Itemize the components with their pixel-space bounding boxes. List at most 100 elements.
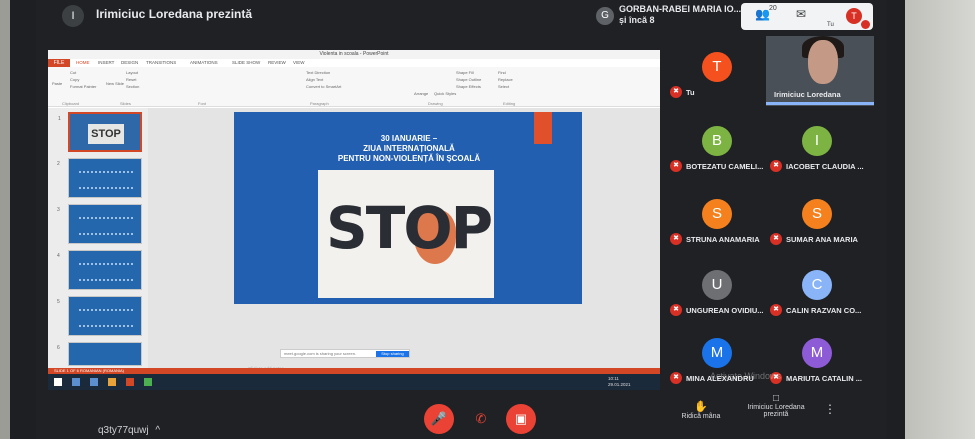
ppt-tab-home[interactable]: HOME <box>76 60 90 65</box>
participant-tile[interactable]: T ✖ Tu <box>666 52 766 100</box>
ribbon-new-slide[interactable]: New Slide <box>106 81 124 86</box>
ppt-file-tab[interactable]: FILE <box>48 59 70 67</box>
ribbon-text-direction[interactable]: Text Direction <box>306 70 330 75</box>
ribbon-shape-fill[interactable]: Shape Fill <box>456 70 474 75</box>
raise-hand-label: Ridică mâna <box>681 413 721 420</box>
slide-title-line: 30 IANUARIE – <box>380 134 438 143</box>
ribbon-cut[interactable]: Cut <box>70 70 76 75</box>
ribbon-shape-effects[interactable]: Shape Effects <box>456 84 481 89</box>
present-now-button[interactable]: □ Irimiciuc Loredana prezintă <box>736 393 816 418</box>
you-label: Tu <box>827 22 834 28</box>
ribbon-align-text[interactable]: Align Text <box>306 77 323 82</box>
participant-avatar: M <box>802 338 832 368</box>
slide-thumbnail[interactable]: 2 <box>57 158 142 198</box>
ppt-tab-animations[interactable]: ANIMATIONS <box>190 60 218 65</box>
self-video-tile[interactable]: Irimiciuc Loredana <box>766 36 874 106</box>
meeting-code: q3ty77quwj <box>98 425 149 436</box>
raise-hand-button[interactable]: ✋ Ridică mâna <box>676 400 726 420</box>
stop-image-text: STOP <box>326 194 493 262</box>
ppt-tab-design[interactable]: DESIGN <box>121 60 138 65</box>
current-slide[interactable]: 30 IANUARIE – ZIUA INTERNAȚIONALĂ PENTRU… <box>234 112 582 304</box>
taskbar-app-icon[interactable] <box>144 378 152 386</box>
taskbar-app-icon[interactable] <box>72 378 80 386</box>
windows-start-icon[interactable] <box>54 378 62 386</box>
ppt-tab-slideshow[interactable]: SLIDE SHOW <box>232 60 260 65</box>
taskbar-app-icon[interactable] <box>108 378 116 386</box>
slide-thumbnail[interactable]: 4 <box>57 250 142 290</box>
ribbon-section[interactable]: Section <box>126 84 139 89</box>
participant-tile[interactable]: I ✖ IACOBET CLAUDIA ... <box>766 126 866 174</box>
participant-tile[interactable]: C ✖ CALIN RAZVAN CO... <box>766 270 866 318</box>
ribbon-find[interactable]: Find <box>498 70 506 75</box>
share-banner-text: meet.google.com is sharing your screen. <box>284 351 357 356</box>
mic-off-icon: ✖ <box>670 86 682 98</box>
participant-tile[interactable]: S ✖ STRUNA ANAMARIA <box>666 199 766 247</box>
presenting-label-suffix: prezintă <box>763 411 789 418</box>
ribbon-layout[interactable]: Layout <box>126 70 138 75</box>
mic-off-icon: 🎤 <box>430 411 448 426</box>
ribbon-select[interactable]: Select <box>498 84 509 89</box>
people-icon[interactable]: 👥 <box>755 7 770 21</box>
slide-thumbnail[interactable]: 6 <box>57 342 142 366</box>
camera-toggle-button[interactable]: ▣ <box>506 404 536 434</box>
presenter-avatar-icon: I <box>62 5 84 27</box>
thumbnail-content <box>79 263 133 281</box>
mic-off-icon: ✖ <box>670 304 682 316</box>
ribbon-format-painter[interactable]: Format Painter <box>70 84 96 89</box>
slide-number: 4 <box>57 253 60 259</box>
ribbon-group-drawing: Drawing <box>428 101 443 106</box>
ppt-tab-view[interactable]: VIEW <box>293 60 305 65</box>
ppt-tab-review[interactable]: REVIEW <box>268 60 286 65</box>
phone-hangup-icon: ✆ <box>475 411 487 426</box>
background-wall-right <box>905 0 975 439</box>
presentation-title: Irimiciuc Loredana prezintă <box>96 7 253 21</box>
mic-off-icon: ✖ <box>770 160 782 172</box>
ppt-tab-transitions[interactable]: TRANSITIONS <box>146 60 176 65</box>
ribbon-arrange[interactable]: Arrange <box>414 91 428 96</box>
slide-thumbnails-pane: 1 STOP 2 3 4 5 6 <box>48 108 148 368</box>
self-video-name: Irimiciuc Loredana <box>774 90 841 99</box>
ribbon-copy[interactable]: Copy <box>70 77 79 82</box>
clock-date: 29.01.2021 <box>608 382 631 387</box>
thumbnail-content <box>79 171 133 189</box>
thumbnail-content <box>79 217 133 235</box>
ribbon-quick-styles[interactable]: Quick Styles <box>434 91 456 96</box>
participant-tile[interactable]: B ✖ BOTEZATU CAMELI... <box>666 126 766 174</box>
ribbon-group-clipboard: Clipboard <box>62 101 80 106</box>
participant-name: IACOBET CLAUDIA ... <box>786 162 864 171</box>
ribbon-shape-outline[interactable]: Shape Outline <box>456 77 481 82</box>
ribbon-reset[interactable]: Reset <box>126 77 136 82</box>
windows-activation-watermark: Activate Windows <box>710 371 782 381</box>
participant-avatar: S <box>802 199 832 229</box>
more-options-icon[interactable]: ⋮ <box>824 402 836 416</box>
participant-avatar: C <box>802 270 832 300</box>
ribbon-smartart[interactable]: Convert to SmartArt <box>306 84 341 89</box>
taskbar-app-icon[interactable] <box>90 378 98 386</box>
thumbnail-content <box>79 309 133 327</box>
slide-title-line: ZIUA INTERNAȚIONALĂ <box>363 144 455 153</box>
ppt-tab-insert[interactable]: INSERT <box>98 60 114 65</box>
camera-off-icon: ▣ <box>514 411 528 426</box>
stop-sharing-button[interactable]: Stop sharing <box>376 351 409 357</box>
self-avatar[interactable]: T <box>846 8 862 24</box>
participant-tile[interactable]: U ✖ UNGUREAN OVIDIU... <box>666 270 766 318</box>
taskbar-app-icon[interactable] <box>126 378 134 386</box>
top-bar: I Irimiciuc Loredana prezintă G GORBAN-R… <box>36 0 886 34</box>
slide-number: 3 <box>57 207 60 213</box>
participant-name: BOTEZATU CAMELI... <box>686 162 764 171</box>
participant-avatar: T <box>702 52 732 82</box>
mic-off-icon <box>861 20 870 29</box>
meeting-code-row[interactable]: q3ty77quwj ^ <box>98 425 160 436</box>
slide-thumbnail[interactable]: 5 <box>57 296 142 336</box>
participant-name: MARIUTA CATALIN ... <box>786 374 862 383</box>
speaking-indicator <box>766 102 874 105</box>
leave-call-button[interactable]: ✆ <box>466 404 496 434</box>
microphone-toggle-button[interactable]: 🎤 <box>424 404 454 434</box>
participant-tile[interactable]: S ✖ SUMAR ANA MARIA <box>766 199 866 247</box>
slide-thumbnail[interactable]: 1 STOP <box>58 112 142 152</box>
ribbon-replace[interactable]: Replace <box>498 77 513 82</box>
active-participants-label[interactable]: GORBAN-RABEI MARIA IO... și încă 8 <box>619 4 741 26</box>
slide-thumbnail[interactable]: 3 <box>57 204 142 244</box>
ribbon-paste[interactable]: Paste <box>52 81 62 86</box>
chat-icon[interactable]: ✉ <box>796 7 806 21</box>
